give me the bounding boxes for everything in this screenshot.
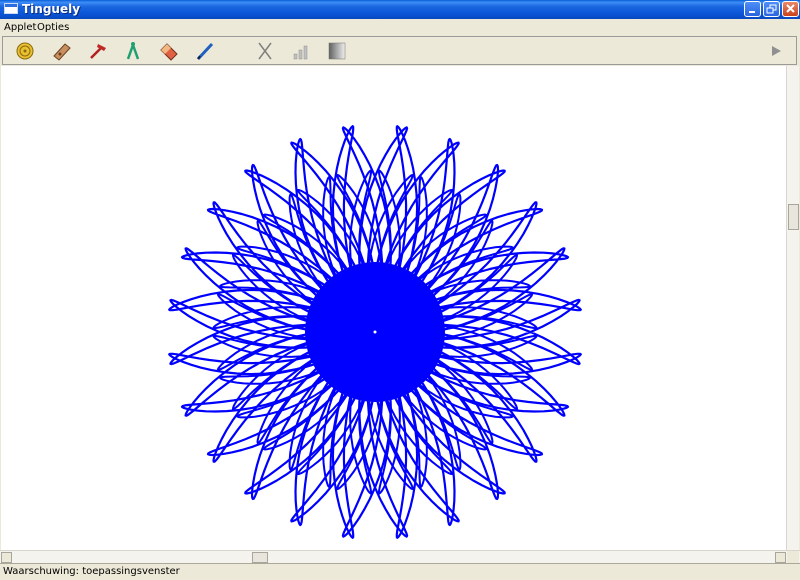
rosette-center-point: [373, 330, 377, 334]
close-button[interactable]: [782, 1, 799, 17]
vertical-scrollbar[interactable]: [786, 66, 799, 550]
status-text: Waarschuwing: toepassingsvenster: [3, 566, 180, 577]
play-tool-button[interactable]: [765, 40, 787, 62]
status-bar: Waarschuwing: toepassingsvenster: [0, 563, 800, 580]
bars-tool-button[interactable]: [290, 40, 312, 62]
close-icon: [786, 4, 795, 13]
restore-icon: [766, 4, 777, 14]
eraser-tool-button[interactable]: [158, 40, 180, 62]
scissors-icon: [258, 42, 272, 60]
toolbar: [2, 36, 797, 65]
hammer-icon: [90, 44, 106, 59]
menu-bar: Applet Opties: [0, 19, 800, 36]
drawing-canvas[interactable]: [1, 66, 786, 550]
pen-tool-button[interactable]: [194, 40, 216, 62]
bars-icon: [293, 45, 308, 60]
vertical-scroll-thumb[interactable]: [788, 204, 799, 230]
horizontal-scrollbar[interactable]: [0, 550, 800, 563]
scroll-right-arrow-icon[interactable]: [775, 552, 786, 563]
gear-wheel-tool-button[interactable]: [14, 40, 36, 62]
gradient-icon: [328, 42, 346, 60]
menu-applet[interactable]: Applet: [4, 22, 36, 33]
application-window: Tinguely Applet Opties Waarschuwing: toe…: [0, 0, 800, 580]
wooden-block-icon: [53, 43, 71, 61]
spirograph-drawing: [168, 125, 582, 539]
minimize-button[interactable]: [744, 1, 761, 17]
restore-button[interactable]: [763, 1, 780, 17]
eraser-icon: [160, 43, 178, 61]
java-window-icon[interactable]: [4, 3, 18, 14]
gear-wheel-icon: [16, 42, 34, 60]
cut-tool-button[interactable]: [254, 40, 276, 62]
minimize-icon: [749, 11, 755, 13]
block-tool-button[interactable]: [51, 40, 73, 62]
scroll-left-arrow-icon[interactable]: [1, 552, 12, 563]
title-bar[interactable]: Tinguely: [0, 0, 800, 19]
window-title: Tinguely: [22, 2, 81, 16]
compass-tool-button[interactable]: [122, 40, 144, 62]
gradient-tool-button[interactable]: [326, 40, 348, 62]
size-grip[interactable]: [787, 551, 799, 563]
hammer-tool-button[interactable]: [87, 40, 109, 62]
pen-icon: [196, 42, 214, 61]
compass-icon: [126, 42, 140, 60]
play-icon: [772, 46, 781, 56]
horizontal-scroll-thumb[interactable]: [252, 552, 268, 563]
menu-opties[interactable]: Opties: [37, 22, 69, 33]
